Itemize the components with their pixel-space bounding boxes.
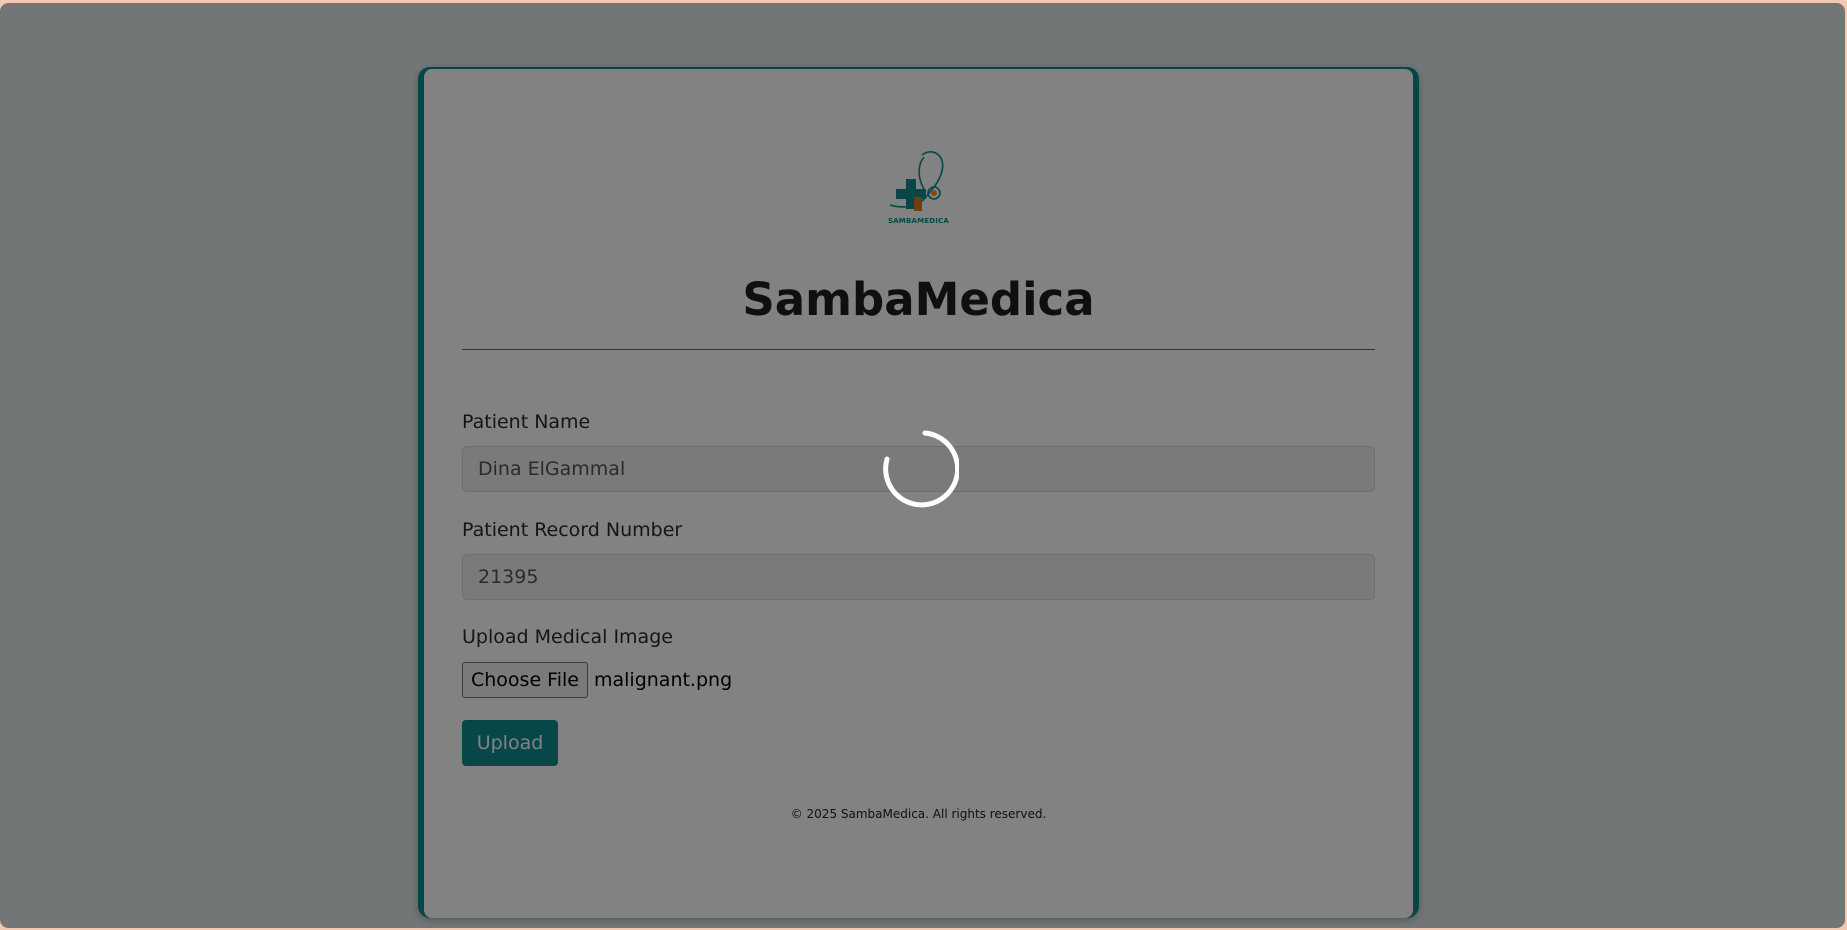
page-viewport: SAMBAMEDICA SambaMedica Patient Name Din…	[0, 3, 1845, 928]
loading-spinner-icon	[883, 430, 959, 508]
